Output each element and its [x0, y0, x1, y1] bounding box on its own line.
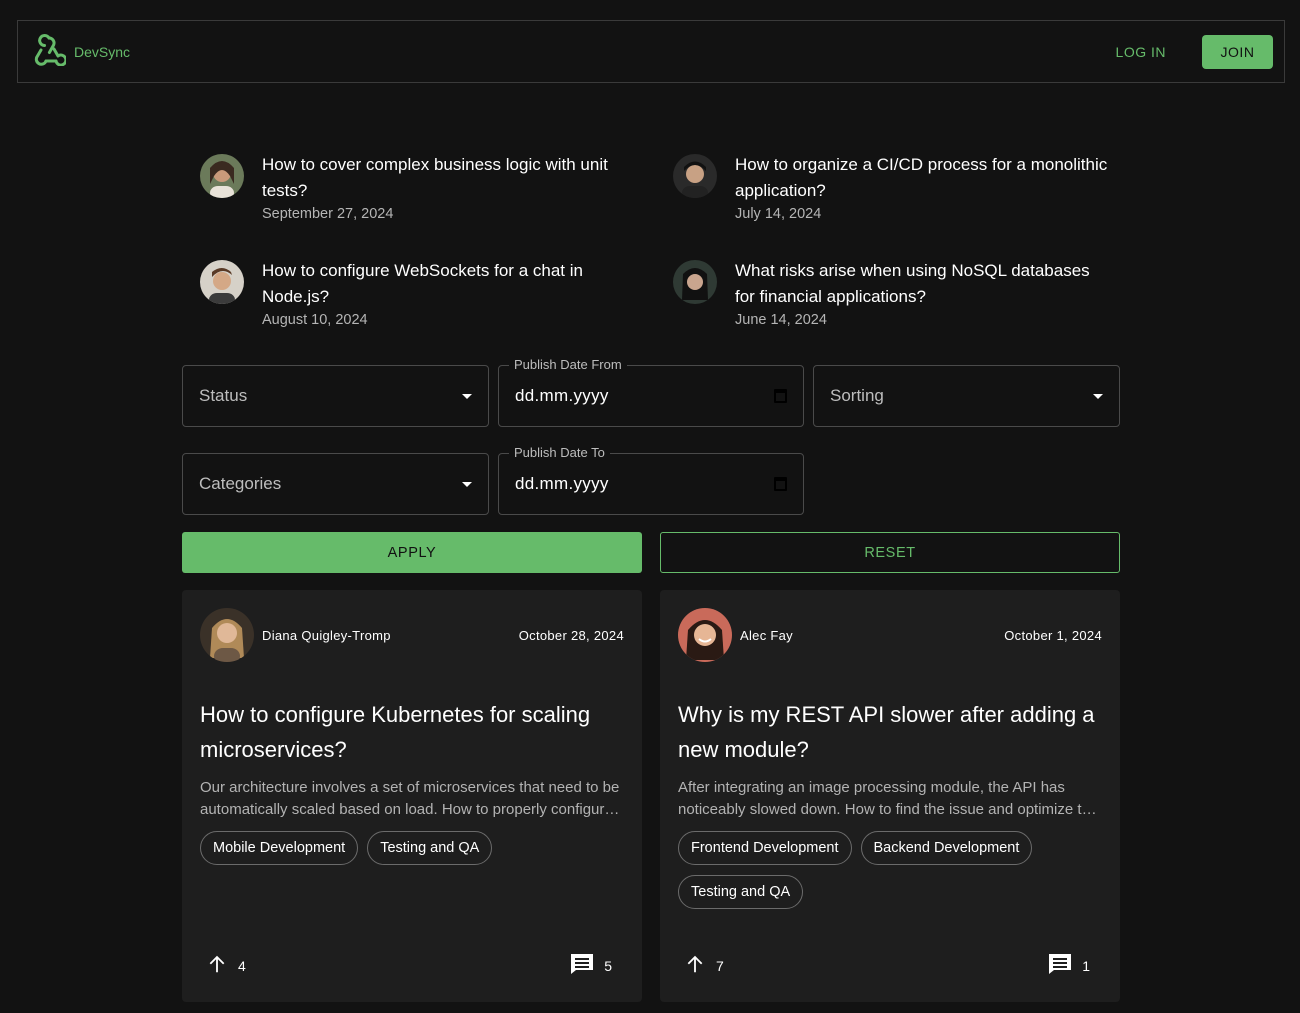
login-button[interactable]: LOG IN: [1116, 44, 1166, 60]
auth-actions: LOG IN JOIN: [1116, 34, 1273, 69]
post-tags: Frontend Development Backend Development…: [678, 831, 1102, 909]
post-date: October 28, 2024: [518, 627, 624, 643]
comment-icon: [570, 953, 594, 978]
vote-count: 4: [238, 957, 246, 974]
publish-date-to-input[interactable]: Publish Date To dd.mm.yyyy: [498, 445, 804, 515]
dropdown-arrow-icon: [462, 393, 472, 399]
author-name: Diana Quigley-Tromp: [262, 627, 391, 643]
avatar: [200, 154, 244, 198]
join-button[interactable]: JOIN: [1202, 34, 1273, 69]
popular-question-title[interactable]: How to cover complex business logic with…: [262, 152, 640, 204]
tag-chip[interactable]: Mobile Development: [200, 831, 359, 865]
post-excerpt: Our architecture involves a set of micro…: [200, 779, 620, 818]
calendar-icon[interactable]: [774, 477, 787, 491]
popular-question-date: September 27, 2024: [262, 206, 394, 222]
post-date: October 1, 2024: [1004, 627, 1102, 643]
comment-count: 1: [1082, 957, 1090, 974]
comment-icon: [1048, 953, 1072, 978]
tag-chip[interactable]: Testing and QA: [678, 875, 804, 909]
post-tags: Mobile Development Testing and QA: [200, 831, 624, 865]
publish-date-from-input[interactable]: Publish Date From dd.mm.yyyy: [498, 357, 804, 427]
vote-count: 7: [716, 957, 724, 974]
arrow-up-icon: [684, 953, 706, 978]
post-author[interactable]: Diana Quigley-Tromp: [200, 608, 391, 662]
tag-chip[interactable]: Backend Development: [860, 831, 1033, 865]
comment-count: 5: [604, 957, 612, 974]
publish-date-to-value: dd.mm.yyyy: [515, 474, 609, 493]
avatar: [673, 260, 717, 304]
dropdown-arrow-icon: [1093, 393, 1103, 399]
upvote-button[interactable]: 4: [206, 953, 246, 978]
popular-question-date: July 14, 2024: [735, 206, 822, 222]
upvote-button[interactable]: 7: [684, 953, 724, 978]
calendar-icon[interactable]: [774, 389, 787, 403]
avatar: [200, 260, 244, 304]
status-placeholder: Status: [199, 386, 248, 405]
popular-question-item[interactable]: What risks arise when using NoSQL databa…: [673, 258, 1113, 330]
popular-question-date: June 14, 2024: [735, 312, 827, 328]
popular-question-item[interactable]: How to configure WebSockets for a chat i…: [200, 258, 640, 330]
avatar: [678, 608, 732, 662]
tag-chip[interactable]: Frontend Development: [678, 831, 852, 865]
post-title[interactable]: How to configure Kubernetes for scaling …: [200, 697, 624, 767]
popular-question-title[interactable]: What risks arise when using NoSQL databa…: [735, 258, 1113, 310]
dropdown-arrow-icon: [462, 481, 472, 487]
sorting-select[interactable]: Sorting: [813, 365, 1120, 427]
comments-button[interactable]: 1: [1048, 953, 1090, 978]
comments-button[interactable]: 5: [570, 953, 612, 978]
post-card[interactable]: Diana Quigley-Tromp October 28, 2024 How…: [182, 590, 642, 1002]
post-card[interactable]: Alec Fay October 1, 2024 Why is my REST …: [660, 590, 1120, 1002]
apply-button[interactable]: APPLY: [182, 532, 642, 573]
popular-question-item[interactable]: How to organize a CI/CD process for a mo…: [673, 152, 1113, 224]
devsync-logo-icon: [32, 32, 68, 71]
publish-date-to-label: Publish Date To: [509, 445, 610, 460]
tag-chip[interactable]: Testing and QA: [367, 831, 493, 865]
reset-button[interactable]: RESET: [660, 532, 1120, 573]
popular-question-date: August 10, 2024: [262, 312, 368, 328]
post-author[interactable]: Alec Fay: [678, 608, 793, 662]
post-title[interactable]: Why is my REST API slower after adding a…: [678, 697, 1102, 767]
status-select[interactable]: Status: [182, 365, 489, 427]
author-name: Alec Fay: [740, 627, 793, 643]
arrow-up-icon: [206, 953, 228, 978]
brand-name: DevSync: [74, 43, 131, 60]
sorting-placeholder: Sorting: [830, 386, 884, 405]
publish-date-from-value: dd.mm.yyyy: [515, 386, 609, 405]
popular-question-item[interactable]: How to cover complex business logic with…: [200, 152, 640, 224]
avatar: [673, 154, 717, 198]
popular-question-title[interactable]: How to organize a CI/CD process for a mo…: [735, 152, 1113, 204]
popular-question-title[interactable]: How to configure WebSockets for a chat i…: [262, 258, 640, 310]
categories-select[interactable]: Categories: [182, 453, 489, 515]
top-app-bar: DevSync LOG IN JOIN: [17, 20, 1285, 83]
brand-link[interactable]: DevSync: [32, 32, 130, 71]
post-excerpt: After integrating an image processing mo…: [678, 779, 1099, 818]
avatar: [200, 608, 254, 662]
publish-date-from-label: Publish Date From: [509, 357, 627, 372]
categories-placeholder: Categories: [199, 474, 282, 493]
